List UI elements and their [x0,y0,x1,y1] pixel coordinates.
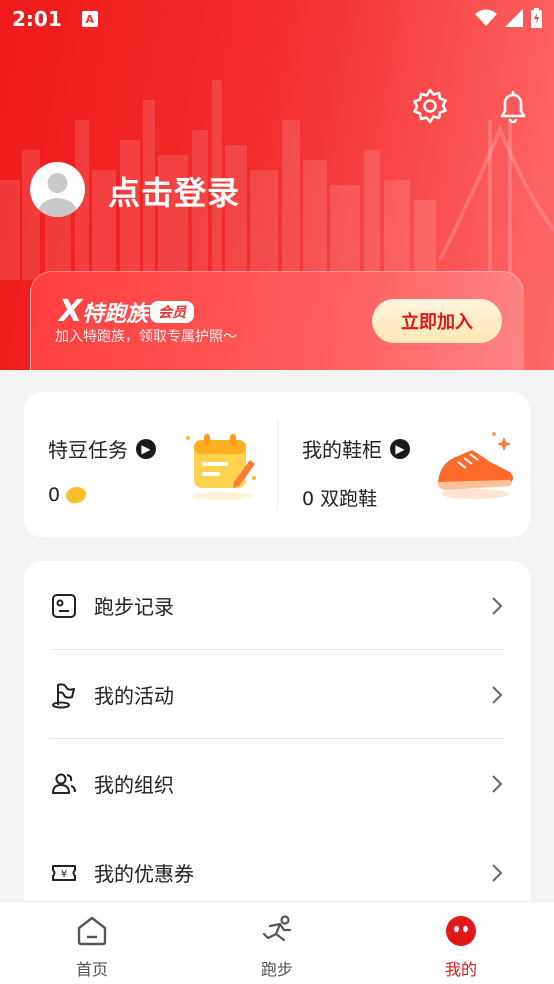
notifications-button[interactable] [493,86,533,126]
home-icon [77,916,107,946]
running-shoe-icon [438,432,513,499]
menu-item-my-activities[interactable]: 我的活动 [24,650,530,739]
member-badge: 会员 [150,301,195,323]
arrow-right-icon: ▶ [136,438,156,459]
city-skyline-illustration [0,80,554,280]
tab-home[interactable]: 首页 [52,914,132,980]
arrow-right-icon: ▶ [390,438,410,459]
shoe-cabinet-link[interactable]: 我的鞋柜 ▶ [302,434,410,463]
menu-item-running-records[interactable]: 跑步记录 [24,561,530,650]
bean-icon [63,484,89,506]
settings-button[interactable] [410,86,450,126]
wifi-icon [475,9,497,26]
menu-item-my-organizations[interactable]: 我的组织 [24,739,530,828]
activity-flag-icon [52,682,75,708]
profile-header: 2:01 A 点击登录 X特跑族 会员 加入特跑族，领取专属护照～ 立即加入 [0,0,554,370]
chevron-right-icon [492,774,503,793]
chevron-right-icon [492,863,503,882]
group-icon [52,773,76,794]
member-description: 加入特跑族，领取专属护照～ [55,329,237,345]
status-icons [475,8,542,28]
chevron-right-icon [492,685,503,704]
member-card[interactable]: X特跑族 会员 加入特跑族，领取专属护照～ 立即加入 [30,271,524,370]
bell-icon [500,91,526,124]
profile-face-icon [446,916,476,946]
signal-icon [505,9,523,27]
status-bar: 2:01 A [0,0,554,38]
bottom-tab-bar: 首页 跑步 我的 [0,901,554,984]
notification-badge: A [81,11,98,27]
calendar-task-icon [186,434,256,500]
member-brand-logo: X特跑族 会员 [59,294,195,329]
tab-running[interactable]: 跑步 [237,914,317,980]
gear-icon [413,88,447,124]
shoe-count: 0 双跑鞋 [302,488,378,510]
runner-icon [262,915,292,942]
bean-tasks-link[interactable]: 特豆任务 ▶ [48,434,156,463]
join-button[interactable]: 立即加入 [372,299,502,343]
battery-icon [531,8,542,28]
avatar[interactable] [30,162,85,217]
default-user-icon [37,173,78,217]
coupon-icon: ¥ [52,864,76,881]
bean-count: 0 [48,484,89,506]
stats-card: 特豆任务 ▶ 0 我的鞋柜 ▶ 0 双跑鞋 [24,392,530,537]
tab-mine[interactable]: 我的 [421,914,501,980]
run-record-icon [52,593,76,618]
stats-divider [277,420,278,510]
svg-text:¥: ¥ [61,869,67,880]
status-time: 2:01 [12,7,62,31]
login-prompt[interactable]: 点击登录 [108,168,240,214]
chevron-right-icon [492,596,503,615]
